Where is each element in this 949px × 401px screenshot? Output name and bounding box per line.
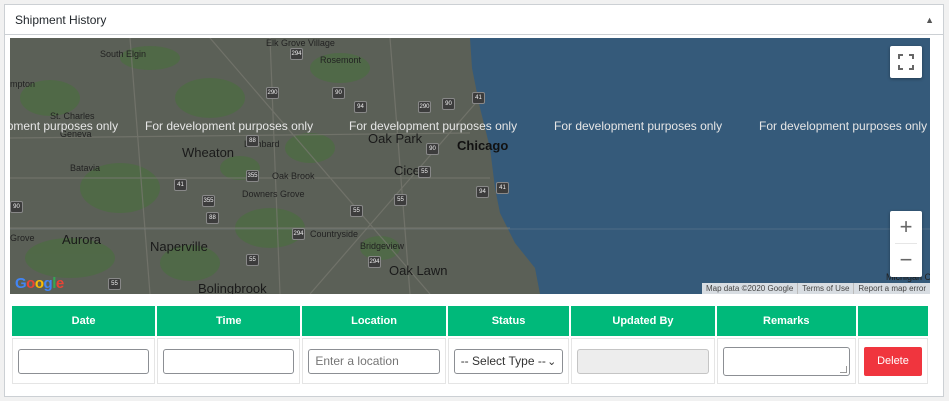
highway-shield-icon: 355 bbox=[202, 195, 215, 207]
date-input[interactable] bbox=[18, 348, 150, 374]
place-label: Rosemont bbox=[320, 55, 362, 65]
status-cell: -- Select Type -- ⌄ bbox=[447, 338, 570, 384]
table-header-row: Date Time Location Status Updated By Rem… bbox=[12, 306, 928, 336]
place-label: mpton bbox=[10, 79, 36, 89]
place-label: Batavia bbox=[70, 163, 101, 173]
column-header-remarks: Remarks bbox=[716, 306, 856, 336]
dev-watermark-row: For development purposes only For develo… bbox=[10, 119, 930, 133]
updated-by-field bbox=[577, 348, 709, 374]
place-label: Oak Brook bbox=[272, 171, 315, 181]
place-label: Countryside bbox=[310, 229, 359, 239]
dev-watermark: For development purposes only bbox=[759, 119, 928, 133]
highway-shield-icon: 90 bbox=[332, 87, 345, 99]
place-label: South Elgin bbox=[100, 49, 147, 59]
google-logo[interactable]: Google bbox=[15, 275, 64, 292]
table-row: -- Select Type -- ⌄ Delete bbox=[12, 338, 928, 384]
column-header-status: Status bbox=[447, 306, 570, 336]
remarks-cell bbox=[716, 338, 856, 384]
highway-shield-icon: 55 bbox=[108, 278, 121, 290]
place-label: Oak Lawn bbox=[389, 263, 448, 278]
status-select[interactable]: -- Select Type -- ⌄ bbox=[453, 348, 564, 374]
fullscreen-icon bbox=[898, 54, 914, 70]
resize-grip-icon[interactable] bbox=[839, 365, 847, 373]
dev-watermark: For development purposes only bbox=[349, 119, 518, 133]
column-header-updated-by: Updated By bbox=[571, 306, 715, 336]
date-cell bbox=[12, 338, 156, 384]
highway-shield-icon: 41 bbox=[496, 182, 509, 194]
highway-shield-icon: 55 bbox=[350, 205, 363, 217]
place-label: Downers Grove bbox=[242, 189, 305, 199]
updated-by-cell bbox=[571, 338, 715, 384]
highway-shield-icon: 94 bbox=[476, 186, 489, 198]
time-input[interactable] bbox=[163, 348, 295, 374]
map[interactable]: Elk Grove Village Rosemont South Elgin m… bbox=[10, 38, 930, 294]
place-label: Bridgeview bbox=[360, 241, 405, 251]
place-label: Elk Grove Village bbox=[266, 38, 335, 48]
fullscreen-button[interactable] bbox=[890, 46, 922, 78]
panel-header[interactable]: Shipment History ▲ bbox=[5, 5, 943, 35]
status-select-value: -- Select Type -- bbox=[460, 354, 546, 368]
zoom-controls: + − bbox=[890, 211, 922, 277]
dev-watermark: For development purposes only bbox=[145, 119, 314, 133]
highway-shield-icon: 294 bbox=[290, 48, 303, 60]
place-label: Naperville bbox=[150, 239, 208, 254]
map-attribution: Map data ©2020 Google Terms of Use Repor… bbox=[701, 283, 930, 294]
highway-shield-icon: 41 bbox=[174, 179, 187, 191]
location-input[interactable] bbox=[308, 348, 440, 374]
location-cell bbox=[302, 338, 446, 384]
highway-shield-icon: 94 bbox=[354, 101, 367, 113]
column-header-date: Date bbox=[12, 306, 156, 336]
arrow-up-icon[interactable]: ▲ bbox=[925, 15, 934, 25]
shipment-history-table: Date Time Location Status Updated By Rem… bbox=[10, 304, 930, 386]
delete-button[interactable]: Delete bbox=[863, 346, 922, 376]
column-header-location: Location bbox=[302, 306, 446, 336]
map-base-layer bbox=[10, 38, 930, 294]
highway-shield-icon: 41 bbox=[472, 92, 485, 104]
highway-shield-icon: 90 bbox=[426, 143, 439, 155]
dev-watermark: For development purposes only bbox=[10, 119, 119, 133]
panel-title: Shipment History bbox=[15, 12, 107, 27]
place-label: Oak Park bbox=[368, 131, 423, 146]
map-data-credit: Map data ©2020 Google bbox=[705, 284, 794, 293]
place-label: Bolingbrook bbox=[198, 281, 267, 294]
time-cell bbox=[157, 338, 301, 384]
highway-shield-icon: 55 bbox=[246, 254, 259, 266]
place-label: Wheaton bbox=[182, 145, 235, 160]
zoom-out-button[interactable]: − bbox=[890, 244, 922, 276]
actions-cell: Delete bbox=[857, 338, 928, 384]
place-label: Grove bbox=[10, 233, 35, 243]
highway-shield-icon: 290 bbox=[418, 101, 431, 113]
chevron-down-icon: ⌄ bbox=[547, 355, 557, 368]
highway-shield-icon: 55 bbox=[418, 166, 431, 178]
zoom-in-button[interactable]: + bbox=[890, 211, 922, 243]
highway-shield-icon: 294 bbox=[292, 228, 305, 240]
highway-shield-icon: 355 bbox=[246, 170, 259, 182]
column-header-actions bbox=[857, 306, 928, 336]
report-map-error-link[interactable]: Report a map error bbox=[853, 283, 930, 294]
highway-shield-icon: 88 bbox=[246, 135, 259, 147]
terms-of-use-link[interactable]: Terms of Use bbox=[797, 283, 853, 294]
remarks-textarea[interactable] bbox=[722, 346, 850, 376]
column-header-time: Time bbox=[157, 306, 301, 336]
highway-shield-icon: 294 bbox=[368, 256, 381, 268]
highway-shield-icon: 55 bbox=[394, 194, 407, 206]
highway-shield-icon: 88 bbox=[206, 212, 219, 224]
highway-shield-icon: 90 bbox=[442, 98, 455, 110]
dev-watermark: For development purposes only bbox=[554, 119, 723, 133]
highway-shield-icon: 290 bbox=[266, 87, 279, 99]
place-label: Chicago bbox=[457, 138, 509, 153]
highway-shield-icon: 90 bbox=[10, 201, 23, 213]
place-label: Aurora bbox=[62, 232, 102, 247]
